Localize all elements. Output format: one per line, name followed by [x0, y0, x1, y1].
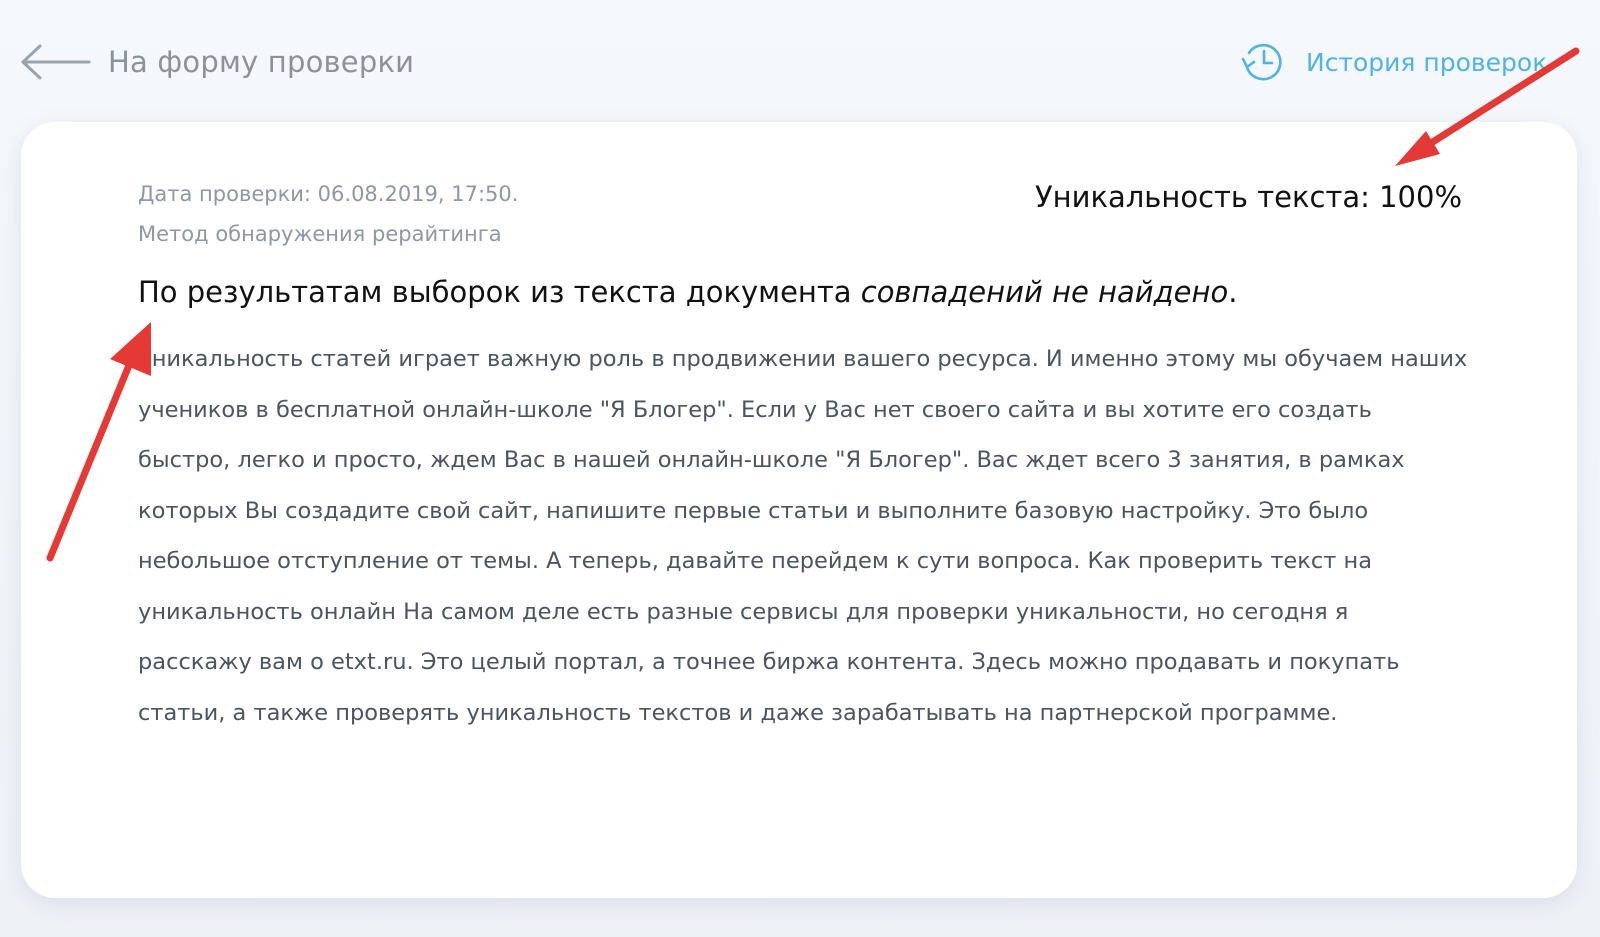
result-summary-emphasis: совпадений не найдено [860, 275, 1229, 309]
back-to-form-link[interactable]: На форму проверки [20, 40, 414, 84]
result-summary: По результатам выборок из текста докумен… [138, 275, 1237, 309]
arrow-left-icon [21, 44, 91, 80]
report-card: Дата проверки: 06.08.2019, 17:50. Метод … [21, 122, 1577, 898]
checked-text: Уникальность статей играет важную роль в… [138, 346, 1468, 726]
detection-method: Метод обнаружения рерайтинга [138, 222, 502, 246]
history-link-label: История проверок [1306, 47, 1548, 77]
history-link[interactable]: История проверок [1240, 40, 1547, 84]
back-link-label: На форму проверки [108, 45, 415, 79]
result-summary-prefix: По результатам выборок из текста докумен… [138, 275, 861, 309]
history-clock-icon [1241, 43, 1282, 81]
check-date: Дата проверки: 06.08.2019, 17:50. [138, 182, 519, 206]
result-summary-suffix: . [1228, 275, 1238, 309]
uniqueness-score: Уникальность текста: 100% [1035, 180, 1462, 214]
top-bar: На форму проверки История проверок [0, 0, 1600, 120]
